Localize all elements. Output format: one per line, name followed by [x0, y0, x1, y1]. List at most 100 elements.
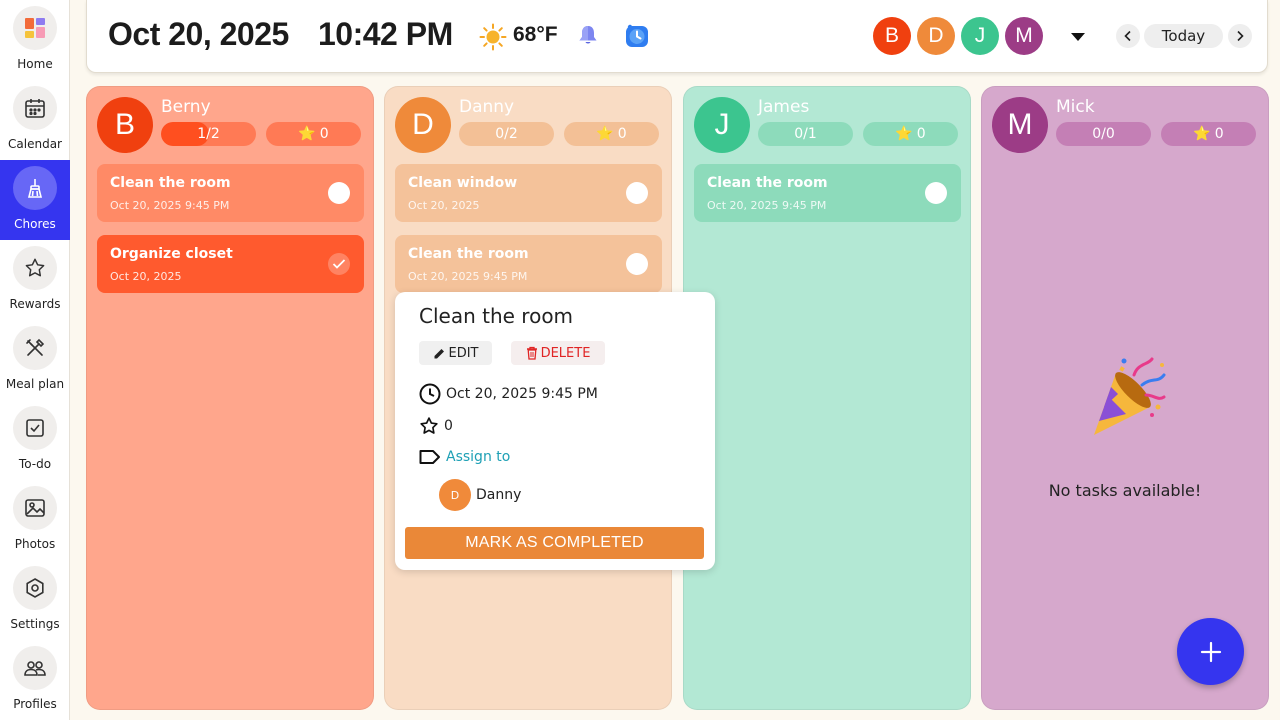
points-pill: ⭐ 0 — [863, 122, 958, 146]
task-complete-toggle[interactable] — [925, 182, 947, 204]
header-date: Oct 20, 2025 — [108, 16, 289, 52]
sidebar-item-photos[interactable]: Photos — [0, 480, 70, 560]
progress-value: 1/2 — [197, 126, 220, 142]
points-value: 0 — [319, 126, 329, 142]
member-avatar: B — [97, 97, 153, 153]
task-card[interactable]: Clean the room Oct 20, 2025 9:45 PM — [694, 164, 961, 222]
sidebar-item-settings[interactable]: Settings — [0, 560, 70, 640]
progress-value: 0/2 — [495, 126, 518, 142]
sidebar-item-todo[interactable]: To-do — [0, 400, 70, 480]
star-icon: ⭐ — [298, 126, 316, 142]
temperature: 68°F — [513, 23, 558, 46]
header-time: 10:42 PM — [318, 16, 453, 52]
sun-icon — [479, 23, 507, 55]
sidebar-item-label: Chores — [14, 217, 56, 231]
sidebar-item-label: Photos — [14, 537, 56, 551]
member-avatar: M — [992, 97, 1048, 153]
edit-label: EDIT — [448, 345, 479, 361]
today-button[interactable]: Today — [1144, 24, 1223, 48]
member-avatar: D — [395, 97, 451, 153]
header-avatar-j[interactable]: J — [961, 17, 999, 55]
mark-completed-button[interactable]: MARK AS COMPLETED — [405, 527, 704, 559]
delete-label: DELETE — [540, 345, 591, 361]
member-name: James — [758, 97, 810, 117]
task-complete-toggle[interactable] — [328, 182, 350, 204]
sidebar-item-profiles[interactable]: Profiles — [0, 640, 70, 720]
progress-pill: 0/1 — [758, 122, 853, 146]
star-icon — [13, 246, 57, 290]
sidebar-item-rewards[interactable]: Rewards — [0, 240, 70, 320]
task-title: Organize closet — [110, 246, 233, 262]
assign-to-link[interactable]: Assign to — [419, 449, 510, 465]
sidebar-item-chores[interactable]: Chores — [0, 160, 70, 240]
member-name: Danny — [459, 97, 515, 117]
member-column-berny: B Berny 1/2 ⭐ 0 Clean the room Oct 20, 20… — [86, 86, 374, 710]
pencil-icon — [434, 348, 444, 358]
add-chore-button[interactable] — [1177, 618, 1244, 685]
gear-icon — [13, 566, 57, 610]
checkbox-icon — [13, 406, 57, 450]
member-column-james: J James 0/1 ⭐ 0 Clean the room Oct 20, 20… — [683, 86, 971, 710]
party-popper-icon — [1082, 355, 1168, 445]
check-icon — [332, 259, 346, 269]
prev-day-button[interactable] — [1116, 24, 1140, 48]
sidebar-item-label: Rewards — [9, 297, 61, 311]
task-title: Clean window — [408, 175, 518, 191]
points-pill: ⭐ 0 — [564, 122, 659, 146]
photo-icon — [13, 486, 57, 530]
caret-down-icon[interactable] — [1069, 29, 1087, 48]
task-date: Oct 20, 2025 9:45 PM — [408, 270, 528, 283]
plus-icon — [1200, 641, 1221, 662]
sidebar-item-meal-plan[interactable]: Meal plan — [0, 320, 70, 400]
clock-icon[interactable] — [624, 23, 650, 53]
tag-icon — [419, 450, 440, 464]
sidebar-item-label: Meal plan — [5, 377, 65, 391]
task-complete-toggle[interactable] — [626, 182, 648, 204]
chevron-left-icon — [1124, 30, 1131, 42]
popup-title: Clean the room — [419, 304, 574, 328]
sidebar-item-calendar[interactable]: Calendar — [0, 80, 70, 160]
chevron-right-icon — [1237, 30, 1244, 42]
header-avatar-b[interactable]: B — [873, 17, 911, 55]
header-avatar-d[interactable]: D — [917, 17, 955, 55]
edit-button[interactable]: EDIT — [419, 341, 492, 365]
points-pill: ⭐ 0 — [1161, 122, 1256, 146]
sidebar-item-label: To-do — [18, 457, 52, 471]
bell-icon[interactable] — [576, 24, 600, 50]
progress-value: 0/0 — [1092, 126, 1115, 142]
delete-button[interactable]: DELETE — [511, 341, 605, 365]
assignee-chip[interactable]: D Danny — [439, 479, 521, 511]
task-card[interactable]: Clean the room Oct 20, 2025 9:45 PM — [395, 235, 662, 293]
task-complete-toggle[interactable] — [626, 253, 648, 275]
sidebar: Home Calendar Chores Rewards Meal plan T… — [0, 0, 70, 720]
utensils-icon — [13, 326, 57, 370]
sidebar-item-label: Settings — [10, 617, 60, 631]
star-outline-icon — [420, 417, 438, 434]
people-icon — [13, 646, 57, 690]
task-date: Oct 20, 2025 9:45 PM — [110, 199, 230, 212]
assignee-avatar: D — [439, 479, 471, 511]
member-name: Berny — [161, 97, 211, 117]
clock-outline-icon — [419, 383, 441, 405]
sidebar-item-home[interactable]: Home — [0, 0, 70, 80]
task-date: Oct 20, 2025 9:45 PM — [707, 199, 827, 212]
sidebar-item-label: Home — [17, 57, 53, 71]
task-detail-popup: Clean the room EDIT DELETE Oct 20, 2025 … — [395, 292, 715, 570]
task-complete-toggle[interactable] — [328, 253, 350, 275]
popup-points-row: 0 — [419, 416, 453, 436]
member-avatar: J — [694, 97, 750, 153]
empty-state-message: No tasks available! — [1048, 481, 1202, 500]
progress-pill: 0/0 — [1056, 122, 1151, 146]
next-day-button[interactable] — [1228, 24, 1252, 48]
task-card[interactable]: Organize closet Oct 20, 2025 — [97, 235, 364, 293]
header-avatar-m[interactable]: M — [1005, 17, 1043, 55]
sidebar-item-label: Profiles — [13, 697, 57, 711]
task-date: Oct 20, 2025 — [408, 199, 480, 212]
points-value: 0 — [916, 126, 926, 142]
task-card[interactable]: Clean window Oct 20, 2025 — [395, 164, 662, 222]
star-icon: ⭐ — [895, 126, 913, 142]
sidebar-item-label: Calendar — [8, 137, 62, 151]
task-card[interactable]: Clean the room Oct 20, 2025 9:45 PM — [97, 164, 364, 222]
popup-points: 0 — [444, 418, 453, 434]
points-pill: ⭐ 0 — [266, 122, 361, 146]
